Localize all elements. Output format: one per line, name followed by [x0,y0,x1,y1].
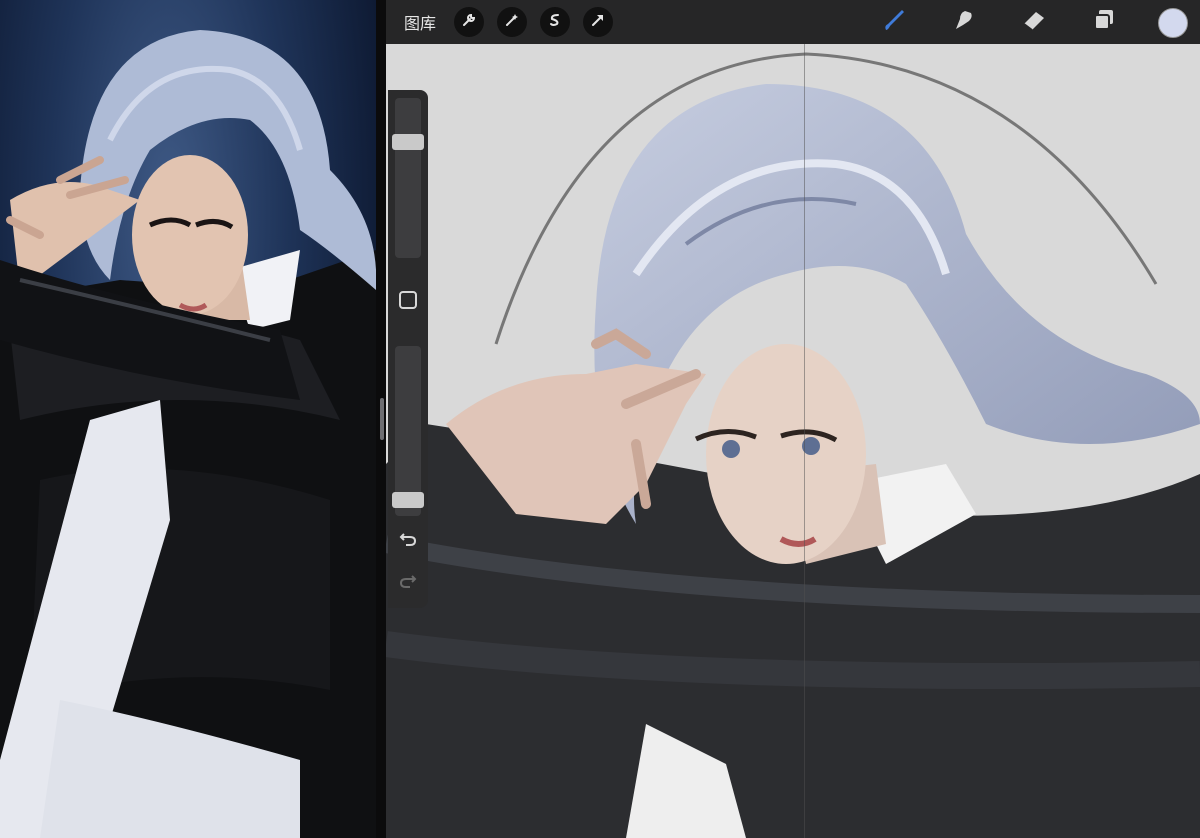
actions-button[interactable] [454,7,485,37]
selection-button[interactable] [540,7,571,37]
opacity-slider[interactable] [392,346,424,516]
modify-square-icon [398,290,418,314]
drawing-canvas[interactable] [386,44,1200,838]
transform-button[interactable] [583,7,614,37]
layers-button[interactable] [1088,6,1120,38]
brush-icon [880,6,908,38]
smudge-tool-button[interactable] [948,6,980,38]
undo-button[interactable] [396,528,420,552]
eraser-tool-button[interactable] [1018,6,1050,38]
symmetry-guide-line [804,44,805,838]
smudge-icon [951,7,977,37]
reference-photo-illustration [0,30,376,838]
wrench-icon [461,12,477,32]
magic-wand-icon [504,12,520,32]
color-picker-button[interactable] [1158,8,1188,38]
undo-icon [398,528,418,552]
brush-size-thumb[interactable] [392,134,424,150]
redo-button[interactable] [396,570,420,594]
adjustments-button[interactable] [497,7,528,37]
top-toolbar: 图库 [386,0,1200,44]
side-bar [388,90,428,608]
eraser-icon [1020,8,1048,36]
reference-photo [0,0,376,838]
brush-size-slider[interactable] [392,98,424,258]
brush-tool-button[interactable] [878,6,910,38]
drawing-app: 图库 [386,0,1200,838]
painting-artwork [386,52,1200,838]
redo-icon [398,570,418,594]
layers-icon [1091,7,1117,37]
modify-button[interactable] [396,290,420,314]
selection-icon [547,12,563,32]
gallery-button[interactable]: 图库 [404,10,436,34]
transform-arrow-icon [590,12,606,32]
split-view-handle[interactable] [380,398,384,440]
opacity-thumb[interactable] [392,492,424,509]
